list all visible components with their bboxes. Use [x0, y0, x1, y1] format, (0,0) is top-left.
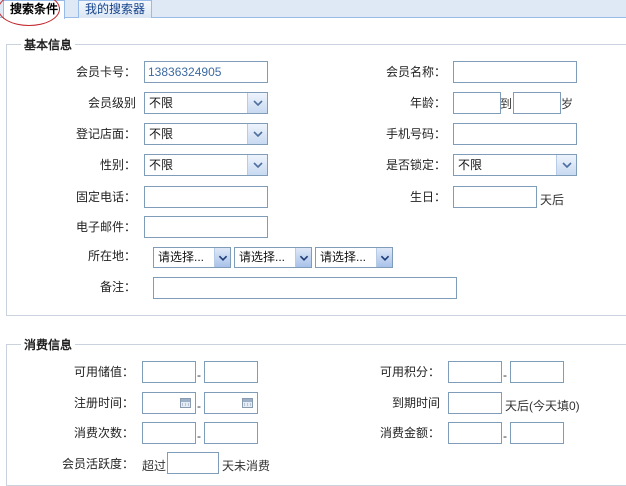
city-value: 请选择...	[239, 250, 286, 264]
chevron-down-icon[interactable]	[247, 93, 267, 113]
locked-select[interactable]: 不限	[453, 154, 577, 176]
age-unit-text: 岁	[561, 97, 574, 111]
activity-days-input[interactable]	[167, 452, 219, 474]
phone-label: 固定电话：	[75, 190, 136, 204]
register-store-value: 不限	[149, 127, 174, 141]
dash: -	[197, 368, 201, 382]
expire-label: 到期时间	[391, 396, 440, 410]
basic-info-legend: 基本信息	[24, 38, 73, 52]
consume-count-to-input[interactable]	[204, 422, 258, 444]
location-label: 所在地：	[87, 249, 136, 263]
calendar-icon[interactable]	[180, 398, 191, 408]
tab-search-conditions[interactable]: 搜索条件	[3, 0, 66, 19]
birthday-input[interactable]	[453, 186, 537, 208]
member-level-value: 不限	[149, 96, 174, 110]
consume-amount-to-input[interactable]	[510, 422, 564, 444]
member-name-label: 会员名称：	[385, 65, 446, 79]
district-select[interactable]: 请选择...	[315, 247, 393, 268]
dash: -	[197, 399, 201, 413]
birthday-label: 生日：	[409, 190, 446, 204]
member-level-label: 会员级别	[87, 96, 136, 110]
points-from-input[interactable]	[448, 361, 502, 383]
province-value: 请选择...	[158, 250, 205, 264]
remark-input[interactable]	[153, 277, 457, 299]
calendar-icon[interactable]	[242, 398, 253, 408]
register-time-from-input[interactable]	[142, 392, 196, 414]
chevron-down-icon[interactable]	[247, 155, 267, 175]
email-label: 电子邮件：	[75, 220, 136, 234]
activity-label: 会员活跃度：	[61, 457, 134, 471]
district-value: 请选择...	[320, 250, 367, 264]
consume-count-label: 消费次数：	[73, 426, 134, 440]
chevron-down-icon[interactable]	[556, 155, 576, 175]
age-to-text: 到	[500, 97, 513, 111]
chevron-down-icon[interactable]	[376, 248, 392, 267]
tab-my-searchers[interactable]: 我的搜索器	[78, 0, 153, 18]
member-name-input[interactable]	[453, 61, 577, 83]
chevron-down-icon[interactable]	[214, 248, 230, 267]
tab-bar: 搜索条件 我的搜索器	[0, 0, 626, 26]
mobile-input[interactable]	[453, 123, 577, 145]
email-input[interactable]	[144, 216, 268, 238]
dash: -	[503, 429, 507, 443]
consume-count-from-input[interactable]	[142, 422, 196, 444]
gender-select[interactable]: 不限	[144, 154, 268, 176]
consume-amount-label: 消费金额：	[379, 426, 440, 440]
balance-to-input[interactable]	[204, 361, 258, 383]
card-number-input[interactable]	[144, 61, 268, 83]
age-to-input[interactable]	[513, 92, 561, 114]
register-time-to-input[interactable]	[204, 392, 258, 414]
age-label: 年龄：	[409, 96, 446, 110]
tab-label: 搜索条件	[10, 2, 59, 16]
expire-input[interactable]	[448, 392, 502, 414]
gender-label: 性别：	[99, 158, 136, 172]
locked-label: 是否锁定：	[385, 158, 446, 172]
dash: -	[197, 429, 201, 443]
activity-prefix: 超过	[142, 459, 167, 473]
birthday-suffix: 天后	[540, 193, 565, 207]
balance-label: 可用储值：	[73, 365, 134, 379]
card-number-label: 会员卡号：	[75, 65, 136, 79]
expire-suffix: 天后(今天填0)	[505, 399, 580, 413]
activity-suffix: 天未消费	[222, 459, 271, 473]
locked-value: 不限	[458, 158, 483, 172]
gender-value: 不限	[149, 158, 174, 172]
mobile-label: 手机号码：	[385, 127, 446, 141]
register-store-label: 登记店面：	[75, 127, 136, 141]
phone-input[interactable]	[144, 186, 268, 208]
tab-label: 我的搜索器	[85, 2, 146, 16]
age-from-input[interactable]	[453, 92, 501, 114]
member-level-select[interactable]: 不限	[144, 92, 268, 114]
remark-label: 备注：	[99, 280, 136, 294]
consume-amount-from-input[interactable]	[448, 422, 502, 444]
chevron-down-icon[interactable]	[295, 248, 311, 267]
balance-from-input[interactable]	[142, 361, 196, 383]
province-select[interactable]: 请选择...	[153, 247, 231, 268]
points-label: 可用积分：	[379, 365, 440, 379]
dash: -	[503, 368, 507, 382]
consume-info-legend: 消费信息	[24, 338, 73, 352]
city-select[interactable]: 请选择...	[234, 247, 312, 268]
chevron-down-icon[interactable]	[247, 124, 267, 144]
register-store-select[interactable]: 不限	[144, 123, 268, 145]
register-time-label: 注册时间：	[73, 396, 134, 410]
points-to-input[interactable]	[510, 361, 564, 383]
